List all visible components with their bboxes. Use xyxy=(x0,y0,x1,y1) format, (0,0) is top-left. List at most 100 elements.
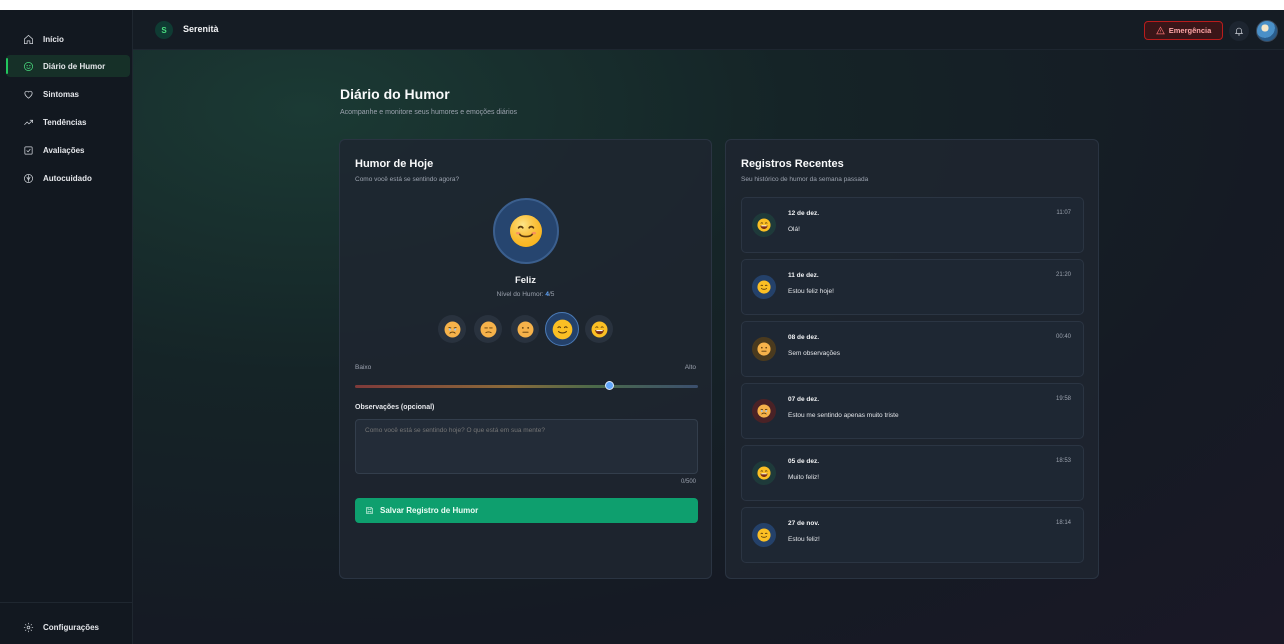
page-title: Diário do Humor xyxy=(340,86,450,102)
entry-item[interactable]: 08 de dez. Sem observações 00:40 xyxy=(741,321,1084,377)
entry-time: 19:58 xyxy=(1055,396,1071,402)
entry-date: 12 de dez. xyxy=(788,210,820,217)
mood-label: Feliz xyxy=(514,275,537,286)
grinning-face-icon xyxy=(757,218,771,232)
sidebar-item-avaliacoes[interactable]: Avaliações xyxy=(6,139,130,161)
gear-icon xyxy=(22,621,34,633)
warning-icon xyxy=(1155,26,1165,35)
entry-note: Estou me sentindo apenas muito triste xyxy=(788,412,899,419)
entry-date: 11 de dez. xyxy=(788,272,819,279)
neutral-face-icon xyxy=(757,342,771,356)
recent-entries-card: Registros Recentes Seu histórico de humo… xyxy=(725,139,1099,579)
sidebar-item-label: Início xyxy=(43,34,64,44)
entry-date: 27 de nov. xyxy=(788,520,820,527)
entry-item[interactable]: 12 de dez. Olá! 11:07 xyxy=(741,197,1084,253)
current-mood-emoji xyxy=(493,198,559,264)
trending-icon xyxy=(22,116,34,128)
entry-note: Estou feliz! xyxy=(788,536,820,543)
home-icon xyxy=(22,33,34,45)
sidebar-item-diario-de-humor[interactable]: Diário de Humor xyxy=(6,55,130,77)
entry-time: 00:40 xyxy=(1055,334,1071,340)
entry-time: 18:14 xyxy=(1055,520,1071,526)
checkbox-icon xyxy=(22,144,34,156)
top-bar: S Serenità Emergência xyxy=(133,10,1284,50)
emergency-button[interactable]: Emergência xyxy=(1144,21,1223,40)
entry-item[interactable]: 27 de nov. Estou feliz! 18:14 xyxy=(741,507,1084,563)
mood-option-sad[interactable] xyxy=(474,315,502,343)
happy-face-icon xyxy=(552,319,572,339)
sidebar-item-label: Configurações xyxy=(43,622,100,632)
heart-icon xyxy=(22,88,34,100)
entry-note: Estou feliz hoje! xyxy=(788,288,834,295)
mood-emoji xyxy=(752,523,776,547)
sidebar-item-configuracoes[interactable]: Configurações xyxy=(6,616,130,638)
crying-face-icon xyxy=(444,321,460,337)
entry-item[interactable]: 07 de dez. Estou me sentindo apenas muit… xyxy=(741,383,1084,439)
neutral-face-icon xyxy=(517,321,533,337)
sidebar-item-inicio[interactable]: Início xyxy=(6,28,130,50)
observations-textarea[interactable] xyxy=(355,419,698,474)
happy-face-icon xyxy=(757,528,771,542)
sidebar-item-tendencias[interactable]: Tendências xyxy=(6,111,130,133)
entry-date: 07 de dez. xyxy=(788,396,820,403)
app-window: Início Diário de Humor Sintomas Tendênci… xyxy=(0,10,1284,644)
sidebar-item-sintomas[interactable]: Sintomas xyxy=(6,83,130,105)
crying-face-icon xyxy=(757,404,771,418)
brand-name: Serenità xyxy=(183,24,219,34)
notifications-button[interactable] xyxy=(1229,21,1249,41)
entry-time: 18:53 xyxy=(1055,458,1071,464)
card-title: Registros Recentes xyxy=(741,158,844,170)
save-mood-button[interactable]: Salvar Registro de Humor xyxy=(355,498,698,523)
card-subtitle: Como você está se sentindo agora? xyxy=(355,176,460,183)
entry-date: 05 de dez. xyxy=(788,458,820,465)
user-avatar[interactable] xyxy=(1256,20,1278,42)
sad-face-icon xyxy=(480,321,496,337)
happy-face-icon xyxy=(757,280,771,294)
mood-option-neutral[interactable] xyxy=(511,315,539,343)
smile-icon xyxy=(22,60,34,72)
mood-level: Nível do Humor: 4/5 xyxy=(496,291,555,298)
entry-note: Muito feliz! xyxy=(788,474,820,481)
entry-note: Sem observações xyxy=(788,350,841,357)
mood-option-very-sad[interactable] xyxy=(438,315,466,343)
mood-slider[interactable] xyxy=(355,385,698,388)
entry-note: Olá! xyxy=(788,226,800,233)
mood-option-very-happy[interactable] xyxy=(585,315,613,343)
entry-item[interactable]: 05 de dez. Muito feliz! 18:53 xyxy=(741,445,1084,501)
entry-time: 21:20 xyxy=(1055,272,1071,278)
sidebar-divider xyxy=(0,602,133,603)
mood-emoji xyxy=(752,275,776,299)
sidebar-item-label: Tendências xyxy=(43,117,87,127)
card-subtitle: Seu histórico de humor da semana passada xyxy=(741,176,869,183)
char-count: 0/500 xyxy=(680,479,696,485)
sidebar-item-label: Avaliações xyxy=(43,145,85,155)
sidebar-item-label: Diário de Humor xyxy=(43,61,106,71)
grinning-face-icon xyxy=(757,466,771,480)
grinning-face-icon xyxy=(591,321,607,337)
sidebar: Início Diário de Humor Sintomas Tendênci… xyxy=(0,10,133,644)
lotus-icon xyxy=(22,172,34,184)
range-high-label: Alto xyxy=(684,364,696,371)
entry-item[interactable]: 11 de dez. Estou feliz hoje! 21:20 xyxy=(741,259,1084,315)
brand-logo[interactable]: S xyxy=(155,21,173,39)
emergency-label: Emergência xyxy=(1168,26,1212,35)
save-icon xyxy=(366,507,373,514)
happy-face-icon xyxy=(510,215,542,247)
bell-icon xyxy=(1234,27,1244,36)
range-low-label: Baixo xyxy=(355,364,372,371)
card-title: Humor de Hoje xyxy=(355,158,434,170)
sidebar-item-label: Sintomas xyxy=(43,89,80,99)
observations-label: Observações (opcional) xyxy=(355,404,435,411)
sidebar-item-autocuidado[interactable]: Autocuidado xyxy=(6,167,130,189)
main-content: Diário do Humor Acompanhe e monitore seu… xyxy=(133,50,1284,644)
mood-option-happy[interactable] xyxy=(545,312,579,346)
entry-time: 11:07 xyxy=(1056,210,1071,216)
entry-date: 08 de dez. xyxy=(788,334,820,341)
mood-slider-thumb[interactable] xyxy=(605,381,614,390)
sidebar-item-label: Autocuidado xyxy=(43,173,92,183)
mood-emoji xyxy=(752,399,776,423)
todays-mood-card: Humor de Hoje Como você está se sentindo… xyxy=(339,139,712,579)
save-label: Salvar Registro de Humor xyxy=(380,506,479,515)
page-subtitle: Acompanhe e monitore seus humores e emoç… xyxy=(340,109,518,116)
mood-emoji xyxy=(752,337,776,361)
